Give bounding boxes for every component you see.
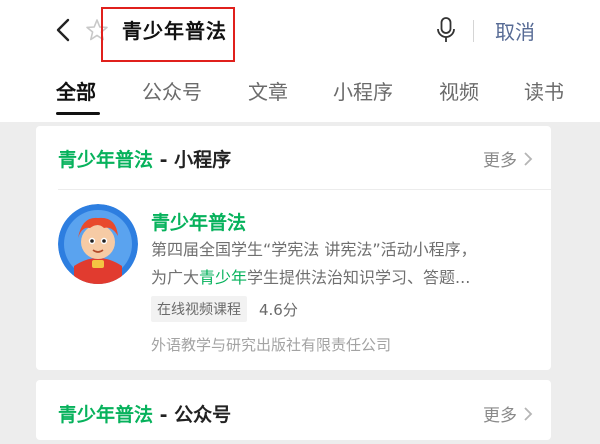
- back-arrow-icon[interactable]: [52, 16, 76, 44]
- section-title: 青少年普法 - 小程序: [58, 149, 232, 171]
- tab-articles[interactable]: 文章: [248, 76, 288, 105]
- tab-videos[interactable]: 视频: [439, 76, 479, 105]
- section-title: 青少年普法 - 公众号: [58, 404, 232, 426]
- official-account-card: 青少年普法 - 公众号 更多: [36, 380, 551, 440]
- highlight-box: [101, 7, 235, 62]
- description-line: 第四届全国学生“学宪法 讲宪法”活动小程序，: [151, 240, 477, 259]
- miniprogram-description: 第四届全国学生“学宪法 讲宪法”活动小程序， 为广大青少年学生提供法治知识学习、…: [151, 236, 531, 292]
- active-tab-indicator: [56, 112, 100, 115]
- tag-row: 在线视频课程 4.6分: [151, 296, 298, 322]
- divider: [58, 189, 551, 190]
- miniprogram-section-header[interactable]: 青少年普法 - 小程序 更多: [36, 126, 551, 190]
- chevron-right-icon: [524, 151, 533, 166]
- tab-official-accounts[interactable]: 公众号: [142, 76, 202, 105]
- tab-mini-programs[interactable]: 小程序: [333, 76, 393, 105]
- rating-text: 4.6分: [259, 300, 298, 319]
- filter-tabs: 全部 公众号 文章 小程序 视频 读书: [0, 62, 600, 122]
- miniprogram-name[interactable]: 青少年普法: [151, 208, 246, 235]
- divider: [473, 20, 474, 42]
- more-button[interactable]: 更多: [483, 401, 533, 426]
- cancel-button[interactable]: 取消: [495, 16, 535, 45]
- microphone-icon[interactable]: [435, 16, 457, 44]
- category-tag: 在线视频课程: [151, 296, 247, 322]
- chevron-right-icon: [524, 406, 533, 421]
- search-header: 青少年普法 取消: [0, 0, 600, 62]
- publisher-name: 外语教学与研究出版社有限责任公司: [151, 336, 392, 354]
- more-button[interactable]: 更多: [483, 146, 533, 171]
- tab-reading[interactable]: 读书: [524, 76, 564, 105]
- tab-all[interactable]: 全部: [56, 76, 96, 105]
- description-line: 为广大青少年学生提供法治知识学习、答题...: [151, 268, 471, 287]
- account-section-header[interactable]: 青少年普法 - 公众号 更多: [36, 380, 551, 444]
- miniprogram-card: 青少年普法 - 小程序 更多 青少年普法 第四届全国学生“学宪法 讲宪法”活动小…: [36, 126, 551, 370]
- miniprogram-avatar[interactable]: [58, 204, 138, 284]
